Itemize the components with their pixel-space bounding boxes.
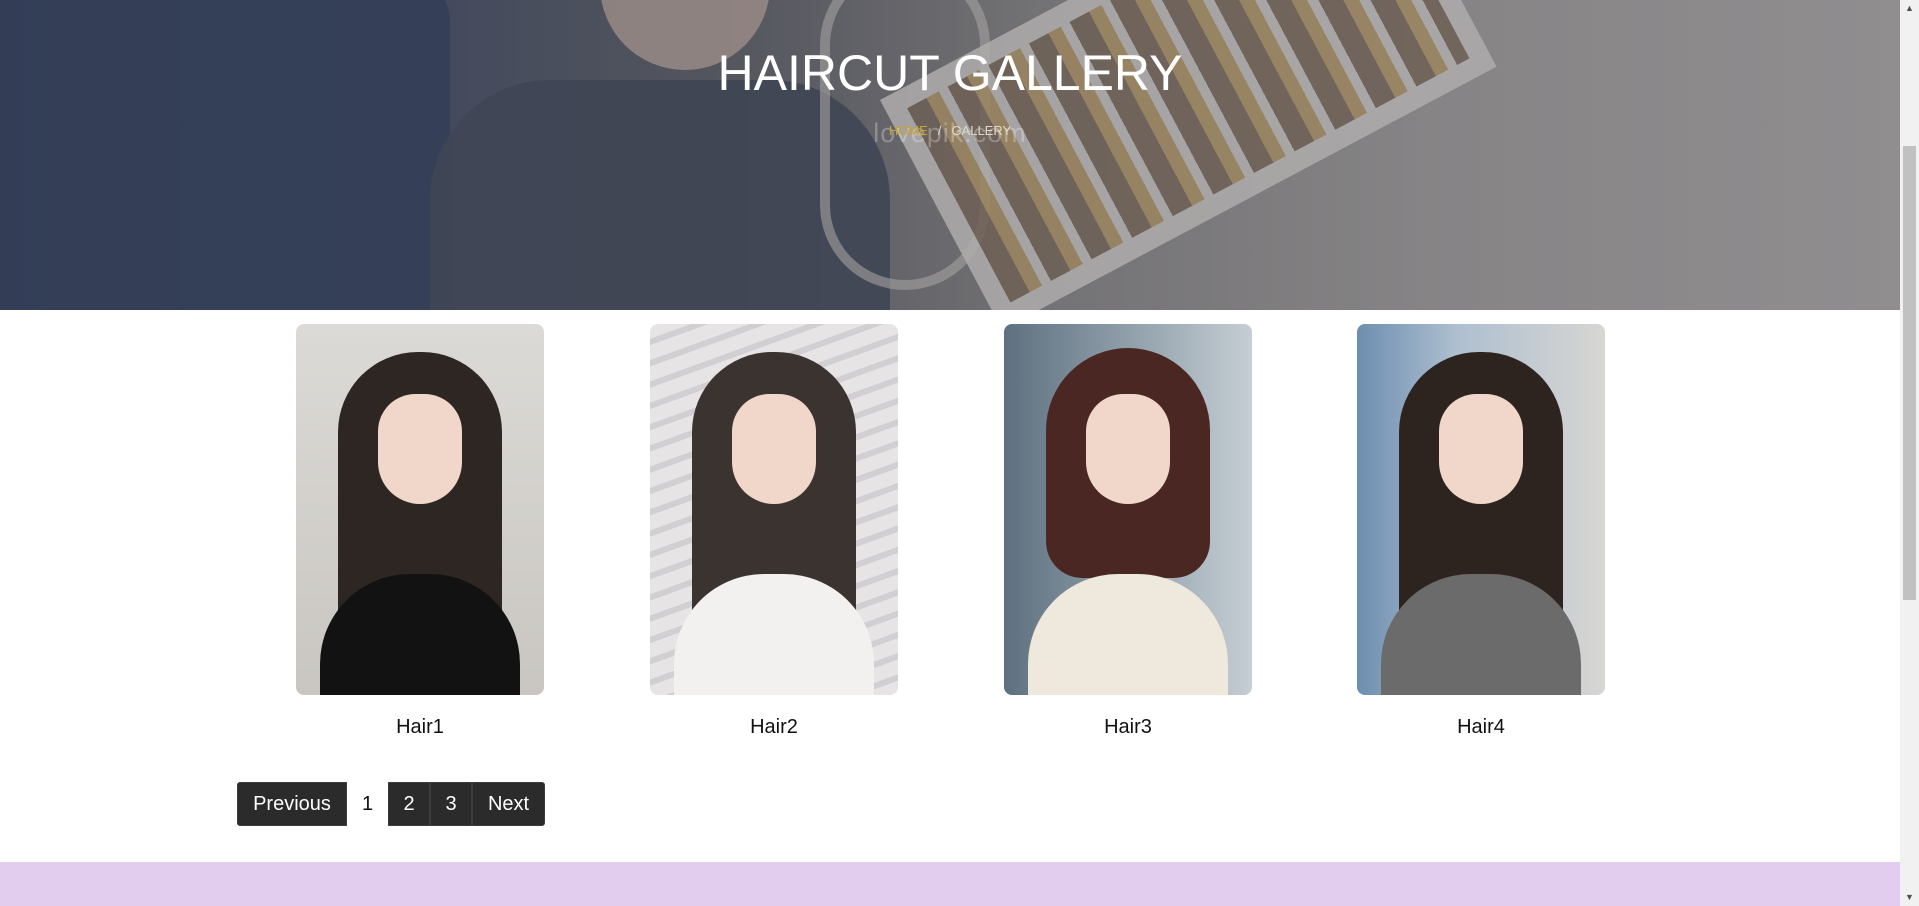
- breadcrumb: HOME / GALLERY: [0, 123, 1900, 138]
- gallery-photo[interactable]: [296, 324, 544, 695]
- gallery-grid: Hair1 Hair2 Hair3 Hair4: [296, 324, 1616, 744]
- vertical-scrollbar[interactable]: ▲ ▼: [1900, 0, 1919, 906]
- breadcrumb-current: GALLERY: [951, 123, 1012, 138]
- pagination-page-3[interactable]: 3: [430, 782, 472, 826]
- scrollbar-thumb[interactable]: [1903, 146, 1916, 600]
- gallery-photo[interactable]: [1357, 324, 1605, 695]
- pagination-next-button[interactable]: Next: [472, 782, 545, 826]
- gallery-item-label: Hair2: [750, 716, 798, 738]
- scroll-down-icon[interactable]: ▼: [1900, 889, 1919, 906]
- gallery-item-label: Hair1: [396, 716, 444, 738]
- gallery-item[interactable]: Hair3: [1004, 324, 1252, 739]
- breadcrumb-home-link[interactable]: HOME: [889, 123, 928, 138]
- gallery-item-label: Hair3: [1104, 716, 1152, 738]
- page: lovepik.com HAIRCUT GALLERY HOME / GALLERY…: [0, 0, 1919, 906]
- pagination-previous-button[interactable]: Previous: [237, 782, 347, 826]
- gallery-item[interactable]: Hair2: [650, 324, 898, 739]
- gallery-photo[interactable]: [650, 324, 898, 695]
- pagination: Previous 1 2 3 Next: [237, 782, 545, 826]
- scroll-up-icon[interactable]: ▲: [1900, 0, 1919, 17]
- gallery-item-label: Hair4: [1457, 716, 1505, 738]
- gallery-item[interactable]: Hair4: [1357, 324, 1605, 739]
- hero-banner: lovepik.com HAIRCUT GALLERY HOME / GALLERY: [0, 0, 1900, 310]
- footer-band: [0, 862, 1900, 906]
- gallery-item[interactable]: Hair1: [296, 324, 544, 739]
- page-title: HAIRCUT GALLERY: [717, 45, 1183, 101]
- pagination-page-2[interactable]: 2: [388, 782, 430, 826]
- gallery-photo[interactable]: [1004, 324, 1252, 695]
- breadcrumb-separator: /: [937, 123, 942, 138]
- pagination-page-1-current[interactable]: 1: [347, 782, 388, 826]
